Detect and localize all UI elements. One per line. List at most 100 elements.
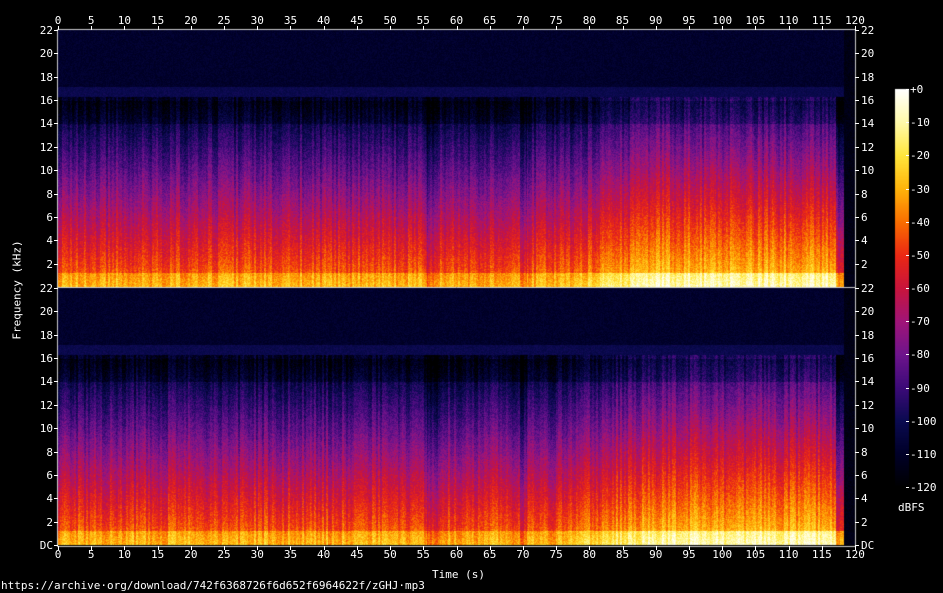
y-tick-mark-left [54,452,58,453]
x-axis-label: Time (s) [432,568,485,581]
x-tick-label-bottom: 95 [682,548,696,561]
x-tick-mark-top [722,26,723,30]
x-tick-label-bottom: 90 [649,548,663,561]
x-tick-mark-top [191,26,192,30]
y-tick-label-left: 16 [39,94,53,108]
y-tick-label-right: 4 [861,234,868,248]
y-tick-mark-left [54,428,58,429]
x-tick-mark-bottom [390,546,391,550]
colorbar-tick-label: -90 [910,381,930,395]
colorbar-tick-label: -120 [910,481,937,494]
y-tick-label-right: 12 [861,398,875,412]
y-tick-label-right: 6 [861,210,868,224]
y-tick-label-left: 12 [39,398,53,412]
colorbar-tick-mark [906,454,909,455]
y-tick-mark-right [855,147,859,148]
y-tick-label-left: 20 [39,47,53,61]
x-tick-label-bottom: 85 [615,548,630,561]
y-tick-label-left: 14 [39,117,53,131]
colorbar-tick-label: -50 [910,248,930,262]
x-tick-mark-top [623,26,624,30]
x-tick-mark-top [124,26,125,30]
x-tick-mark-top [224,26,225,30]
y-tick-mark-right [855,264,859,265]
x-tick-mark-bottom [91,546,92,550]
x-tick-mark-bottom [523,546,524,550]
y-tick-mark-left [54,170,58,171]
x-tick-label-top: 75 [549,14,563,27]
x-tick-label-bottom: 45 [350,548,364,561]
y-tick-mark-left [54,522,58,523]
x-tick-label-bottom: 35 [283,548,298,561]
y-tick-mark-left [54,100,58,101]
y-tick-label-left: 20 [39,305,53,319]
x-tick-mark-top [822,26,823,30]
y-tick-label-right: 10 [861,164,875,178]
y-tick-label-right: 16 [861,352,875,366]
x-tick-label-top: 85 [615,14,630,27]
x-tick-mark-top [290,26,291,30]
y-tick-mark-right [855,358,859,359]
x-tick-label-bottom: 60 [449,548,464,561]
x-tick-label-top: 105 [745,14,766,27]
colorbar-tick-mark [906,388,909,389]
y-tick-mark-right [855,522,859,523]
y-tick-label-right: 8 [861,187,868,201]
y-tick-mark-left [54,498,58,499]
y-tick-label-right: 18 [861,328,875,342]
y-tick-label-left: 22 [39,282,53,295]
x-tick-label-top: 35 [283,14,298,27]
x-tick-label-bottom: 30 [250,548,264,561]
y-tick-label-left: 4 [46,492,53,506]
x-tick-mark-top [390,26,391,30]
x-tick-label-top: 80 [582,14,596,27]
y-tick-mark-right [855,381,859,382]
y-tick-label-right: 12 [861,140,875,154]
colorbar-tick-mark [906,421,909,422]
y-tick-mark-right [855,123,859,124]
x-tick-mark-top [490,26,491,30]
colorbar-tick-mark [906,255,909,256]
x-tick-mark-top [589,26,590,30]
y-tick-mark-right [855,405,859,406]
x-tick-mark-top [91,26,92,30]
y-tick-mark-right [855,77,859,78]
x-tick-mark-bottom [623,546,624,550]
colorbar-tick-label: -60 [910,282,930,295]
x-tick-label-bottom: 50 [383,548,397,561]
y-tick-label-right: 10 [861,422,875,436]
y-tick-mark-right [855,335,859,336]
y-tick-label-right: 2 [861,515,868,529]
y-tick-mark-left [54,405,58,406]
y-tick-mark-left [54,194,58,195]
y-tick-label-right: 8 [861,445,868,459]
y-tick-label-left: 8 [46,187,53,201]
y-tick-label-left: 18 [39,328,53,342]
y-tick-label-left: 6 [46,210,53,224]
colorbar-tick-label: -110 [910,447,937,461]
y-tick-mark-right [855,475,859,476]
x-tick-label-bottom: 55 [416,548,430,561]
y-tick-label-right: 18 [861,70,875,84]
x-tick-label-bottom: 5 [87,548,95,561]
y-tick-mark-right [855,428,859,429]
x-tick-label-bottom: 80 [582,548,596,561]
y-tick-mark-left [54,240,58,241]
x-tick-mark-top [689,26,690,30]
x-tick-label-bottom: 20 [184,548,198,561]
y-tick-label-right: 20 [861,47,875,61]
colorbar-tick-label: -10 [910,116,930,130]
y-tick-mark-left [54,381,58,382]
x-tick-label-top: 55 [416,14,430,27]
x-tick-mark-top [58,26,59,30]
x-tick-label-top: 25 [217,14,231,27]
y-tick-label-left: 6 [46,468,53,482]
y-tick-label-right: 20 [861,305,875,319]
y-tick-label-left: 12 [39,140,53,154]
y-tick-mark-right [855,452,859,453]
x-tick-mark-bottom [324,546,325,550]
x-tick-mark-top [158,26,159,30]
y-tick-label-left: 2 [46,257,53,271]
x-tick-label-top: 95 [682,14,696,27]
x-tick-mark-bottom [257,546,258,550]
